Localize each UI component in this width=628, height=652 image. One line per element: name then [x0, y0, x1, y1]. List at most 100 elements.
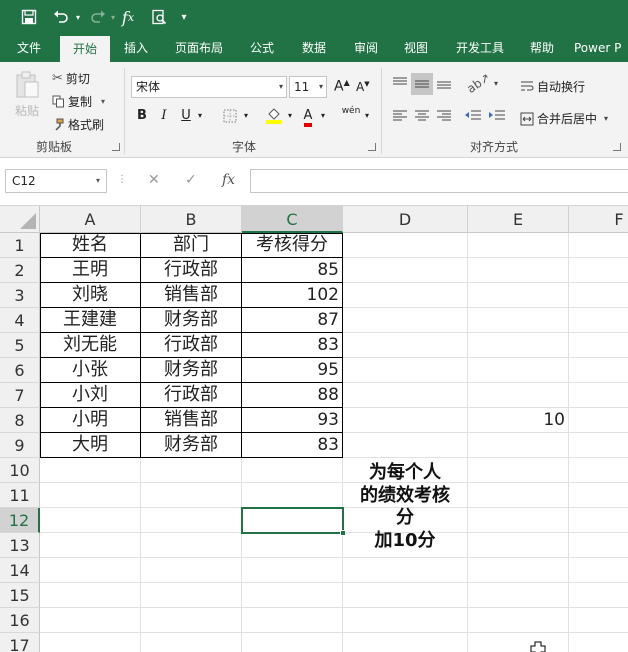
cell-f8[interactable] — [569, 408, 628, 433]
table-cell-a4[interactable]: 王建建 — [40, 308, 141, 333]
cell-e9[interactable] — [468, 433, 569, 458]
cell-d8[interactable] — [343, 408, 468, 433]
fill-color-dropdown-icon[interactable]: ▾ — [285, 106, 295, 126]
cell-e10[interactable] — [468, 458, 569, 483]
table-cell-b7[interactable]: 行政部 — [141, 383, 242, 408]
row-header-17[interactable]: 17 — [0, 633, 40, 652]
cell-d3[interactable] — [343, 283, 468, 308]
cell-e11[interactable] — [468, 483, 569, 508]
cell-b12[interactable] — [141, 508, 242, 533]
column-header-e[interactable]: E — [468, 206, 569, 233]
cell-e16[interactable] — [468, 608, 569, 633]
table-cell-b2[interactable]: 行政部 — [141, 258, 242, 283]
row-header-11[interactable]: 11 — [0, 483, 40, 508]
table-cell-a5[interactable]: 刘无能 — [40, 333, 141, 358]
table-header-b[interactable]: 部门 — [141, 233, 242, 258]
cell-f6[interactable] — [569, 358, 628, 383]
tab-home[interactable]: 开始 — [60, 36, 110, 62]
tab-developer[interactable]: 开发工具 — [448, 34, 512, 62]
cell-a11[interactable] — [40, 483, 141, 508]
table-cell-a6[interactable]: 小张 — [40, 358, 141, 383]
tab-review[interactable]: 审阅 — [346, 34, 386, 62]
cell-c13[interactable] — [242, 533, 343, 558]
row-header-5[interactable]: 5 — [0, 333, 40, 358]
name-box[interactable]: C12 ▾ — [5, 169, 107, 193]
cell-b16[interactable] — [141, 608, 242, 633]
row-header-1[interactable]: 1 — [0, 233, 40, 258]
wrap-text-button[interactable]: 自动换行 — [520, 78, 585, 95]
row-header-2[interactable]: 2 — [0, 258, 40, 283]
row-header-7[interactable]: 7 — [0, 383, 40, 408]
cell-d2[interactable] — [343, 258, 468, 283]
tab-help[interactable]: 帮助 — [522, 34, 562, 62]
decrease-font-size-button[interactable]: A▼ — [356, 80, 370, 94]
cell-d6[interactable] — [343, 358, 468, 383]
table-cell-a9[interactable]: 大明 — [40, 433, 141, 458]
increase-indent-button[interactable] — [488, 108, 506, 122]
cell-f14[interactable] — [569, 558, 628, 583]
font-color-dropdown-icon[interactable]: ▾ — [318, 106, 328, 126]
print-preview-icon[interactable] — [148, 6, 170, 28]
cell-b15[interactable] — [141, 583, 242, 608]
bold-button[interactable]: B — [133, 106, 151, 126]
cell-c14[interactable] — [242, 558, 343, 583]
cell-f2[interactable] — [569, 258, 628, 283]
align-middle-button[interactable] — [411, 73, 433, 95]
column-header-c[interactable]: C — [242, 206, 343, 233]
undo-dropdown-icon[interactable]: ▾ — [72, 6, 84, 28]
tab-file[interactable]: 文件 — [4, 34, 54, 62]
redo-icon[interactable] — [87, 6, 109, 28]
cell-c12[interactable] — [242, 508, 343, 533]
table-cell-a7[interactable]: 小刘 — [40, 383, 141, 408]
cell-d9[interactable] — [343, 433, 468, 458]
cell-f1[interactable] — [569, 233, 628, 258]
table-cell-c8[interactable]: 93 — [242, 408, 343, 433]
row-header-12[interactable]: 12 — [0, 508, 40, 533]
align-top-button[interactable] — [392, 76, 408, 90]
merge-center-button[interactable]: 合并后居中 ▾ — [520, 110, 608, 127]
table-cell-c4[interactable]: 87 — [242, 308, 343, 333]
tab-formulas[interactable]: 公式 — [242, 34, 282, 62]
cell-e5[interactable] — [468, 333, 569, 358]
table-cell-b4[interactable]: 财务部 — [141, 308, 242, 333]
format-painter-button[interactable]: 格式刷 — [52, 116, 104, 133]
cell-e4[interactable] — [468, 308, 569, 333]
cell-a10[interactable] — [40, 458, 141, 483]
cell-c16[interactable] — [242, 608, 343, 633]
cell-b11[interactable] — [141, 483, 242, 508]
font-launcher-icon[interactable] — [368, 143, 376, 151]
cell-d5[interactable] — [343, 333, 468, 358]
font-name-box[interactable]: 宋体 ▾ — [131, 76, 287, 98]
table-cell-c5[interactable]: 83 — [242, 333, 343, 358]
insert-function-icon[interactable]: fx — [222, 172, 235, 188]
cell-c15[interactable] — [242, 583, 343, 608]
cell-d14[interactable] — [343, 558, 468, 583]
cell-e8[interactable]: 10 — [468, 408, 569, 433]
table-cell-a8[interactable]: 小明 — [40, 408, 141, 433]
cell-b13[interactable] — [141, 533, 242, 558]
enter-icon[interactable]: ✓ — [185, 172, 197, 188]
table-cell-a3[interactable]: 刘晓 — [40, 283, 141, 308]
phonetic-dropdown-icon[interactable]: ▾ — [362, 106, 372, 126]
table-cell-c6[interactable]: 95 — [242, 358, 343, 383]
tab-page-layout[interactable]: 页面布局 — [168, 34, 230, 62]
table-cell-c2[interactable]: 85 — [242, 258, 343, 283]
row-header-16[interactable]: 16 — [0, 608, 40, 633]
cell-d1[interactable] — [343, 233, 468, 258]
table-cell-b8[interactable]: 销售部 — [141, 408, 242, 433]
borders-dropdown-icon[interactable]: ▾ — [240, 106, 252, 126]
cell-d17[interactable] — [343, 633, 468, 652]
italic-button[interactable]: I — [155, 106, 173, 126]
cut-button[interactable]: ✂ 剪切 — [52, 70, 90, 87]
name-box-dropdown-icon[interactable]: ▾ — [96, 170, 100, 192]
cell-a15[interactable] — [40, 583, 141, 608]
cell-d7[interactable] — [343, 383, 468, 408]
row-header-6[interactable]: 6 — [0, 358, 40, 383]
column-header-d[interactable]: D — [343, 206, 468, 233]
align-right-button[interactable] — [436, 108, 452, 122]
cell-f13[interactable] — [569, 533, 628, 558]
row-header-8[interactable]: 8 — [0, 408, 40, 433]
row-header-9[interactable]: 9 — [0, 433, 40, 458]
align-left-button[interactable] — [392, 108, 408, 122]
table-cell-b5[interactable]: 行政部 — [141, 333, 242, 358]
